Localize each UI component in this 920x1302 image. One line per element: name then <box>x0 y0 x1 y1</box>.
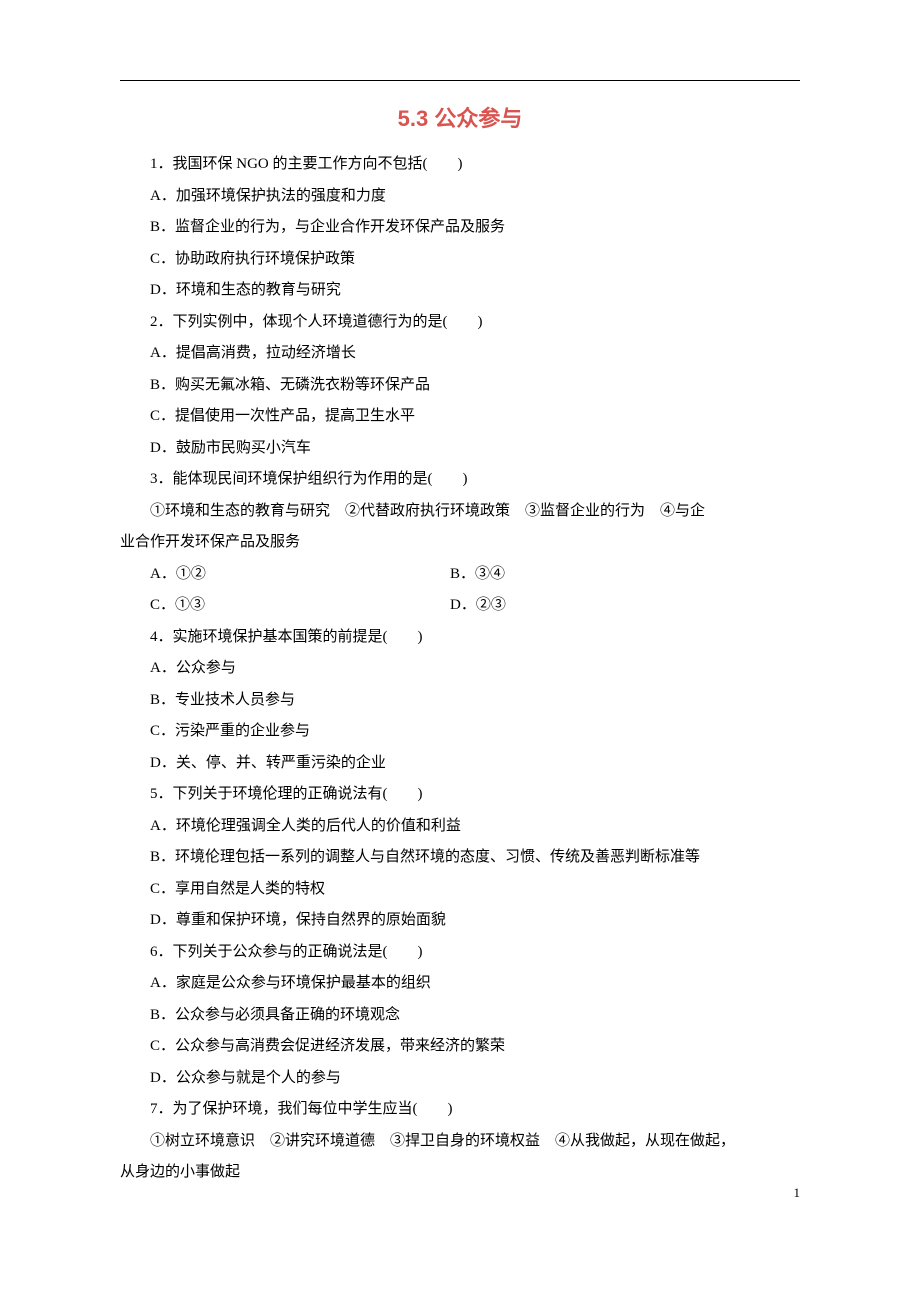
q3-stem: 3．能体现民间环境保护组织行为作用的是( ) <box>120 464 800 496</box>
q7-stem2-l2: 从身边的小事做起 <box>120 1157 800 1189</box>
q6-opt-a: A．家庭是公众参与环境保护最基本的组织 <box>120 968 800 1000</box>
q1-opt-c: C．协助政府执行环境保护政策 <box>120 244 800 276</box>
q5-opt-c: C．享用自然是人类的特权 <box>120 874 800 906</box>
q1-opt-a: A．加强环境保护执法的强度和力度 <box>120 181 800 213</box>
q3-stem2-l2: 业合作开发环保产品及服务 <box>120 527 800 559</box>
q2-opt-a: A．提倡高消费，拉动经济增长 <box>120 338 800 370</box>
q2-opt-c: C．提倡使用一次性产品，提高卫生水平 <box>120 401 800 433</box>
q4-opt-a: A．公众参与 <box>120 653 800 685</box>
q4-stem: 4．实施环境保护基本国策的前提是( ) <box>120 622 800 654</box>
q5-stem: 5．下列关于环境伦理的正确说法有( ) <box>120 779 800 811</box>
q3-opt-c: C．①③ <box>120 590 420 622</box>
q5-opt-b: B．环境伦理包括一系列的调整人与自然环境的态度、习惯、传统及善恶判断标准等 <box>120 842 800 874</box>
document-body: 1．我国环保 NGO 的主要工作方向不包括( ) A．加强环境保护执法的强度和力… <box>120 149 800 1189</box>
q1-opt-d: D．环境和生态的教育与研究 <box>120 275 800 307</box>
q2-opt-b: B．购买无氟冰箱、无磷洗衣粉等环保产品 <box>120 370 800 402</box>
q6-opt-b: B．公众参与必须具备正确的环境观念 <box>120 1000 800 1032</box>
q3-opt-a: A．①② <box>120 559 420 591</box>
q6-opt-c: C．公众参与高消费会促进经济发展，带来经济的繁荣 <box>120 1031 800 1063</box>
q7-stem2-l1: ①树立环境意识 ②讲究环境道德 ③捍卫自身的环境权益 ④从我做起，从现在做起， <box>120 1126 800 1158</box>
q1-stem: 1．我国环保 NGO 的主要工作方向不包括( ) <box>120 149 800 181</box>
q3-opt-b: B．③④ <box>420 559 505 591</box>
top-rule <box>120 80 800 81</box>
q2-stem: 2．下列实例中，体现个人环境道德行为的是( ) <box>120 307 800 339</box>
q5-opt-a: A．环境伦理强调全人类的后代人的价值和利益 <box>120 811 800 843</box>
document-page: 5.3 公众参与 1．我国环保 NGO 的主要工作方向不包括( ) A．加强环境… <box>0 0 920 1229</box>
page-number: 1 <box>794 1185 801 1201</box>
q4-opt-b: B．专业技术人员参与 <box>120 685 800 717</box>
q6-stem: 6．下列关于公众参与的正确说法是( ) <box>120 937 800 969</box>
q3-row2: C．①③ D．②③ <box>120 590 800 622</box>
q4-opt-d: D．关、停、并、转严重污染的企业 <box>120 748 800 780</box>
q6-opt-d: D．公众参与就是个人的参与 <box>120 1063 800 1095</box>
q2-opt-d: D．鼓励市民购买小汽车 <box>120 433 800 465</box>
q1-opt-b: B．监督企业的行为，与企业合作开发环保产品及服务 <box>120 212 800 244</box>
q4-opt-c: C．污染严重的企业参与 <box>120 716 800 748</box>
page-title: 5.3 公众参与 <box>120 101 800 133</box>
q5-opt-d: D．尊重和保护环境，保持自然界的原始面貌 <box>120 905 800 937</box>
q3-stem2-l1: ①环境和生态的教育与研究 ②代替政府执行环境政策 ③监督企业的行为 ④与企 <box>120 496 800 528</box>
q3-row1: A．①② B．③④ <box>120 559 800 591</box>
q7-stem: 7．为了保护环境，我们每位中学生应当( ) <box>120 1094 800 1126</box>
q3-opt-d: D．②③ <box>420 590 506 622</box>
